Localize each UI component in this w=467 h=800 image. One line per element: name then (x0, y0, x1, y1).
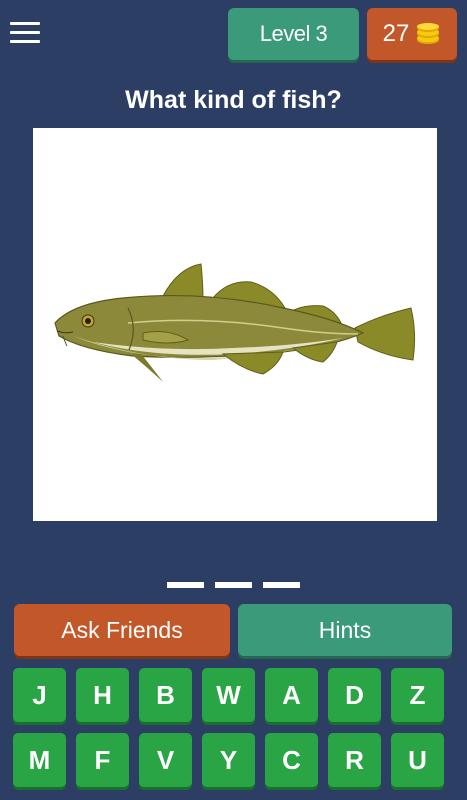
keyboard-row-2: M F V Y C R U (13, 733, 453, 787)
hints-label: Hints (318, 616, 372, 643)
level-button[interactable]: Level 3 (228, 8, 359, 60)
coin-stack-icon (417, 23, 440, 44)
letter-keyboard: J H B W A D Z M F V Y C R U (13, 668, 453, 798)
letter-key[interactable]: M (13, 733, 66, 787)
letter-key[interactable]: Z (391, 668, 444, 722)
letter-key[interactable]: V (139, 733, 192, 787)
letter-key[interactable]: F (76, 733, 129, 787)
hints-button[interactable]: Hints (238, 604, 452, 656)
letter-key[interactable]: D (328, 668, 381, 722)
keyboard-row-1: J H B W A D Z (13, 668, 453, 722)
answer-slot[interactable] (263, 582, 300, 588)
letter-key[interactable]: C (265, 733, 318, 787)
letter-key[interactable]: A (265, 668, 318, 722)
answer-slots (167, 582, 300, 588)
letter-key[interactable]: Y (202, 733, 255, 787)
coins-button[interactable]: 27 (367, 8, 457, 60)
question-text: What kind of fish? (125, 86, 342, 114)
level-label: Level 3 (259, 21, 328, 46)
letter-key[interactable]: H (76, 668, 129, 722)
answer-slot[interactable] (167, 582, 204, 588)
answer-slot[interactable] (215, 582, 252, 588)
letter-key[interactable]: U (391, 733, 444, 787)
letter-key[interactable]: W (202, 668, 255, 722)
question-image (33, 128, 437, 521)
coin-count: 27 (382, 20, 410, 47)
fish-illustration-icon (54, 263, 416, 382)
ask-friends-label: Ask Friends (61, 616, 183, 643)
menu-icon[interactable] (10, 22, 40, 46)
letter-key[interactable]: R (328, 733, 381, 787)
letter-key[interactable]: B (139, 668, 192, 722)
letter-key[interactable]: J (13, 668, 66, 722)
ask-friends-button[interactable]: Ask Friends (14, 604, 230, 656)
